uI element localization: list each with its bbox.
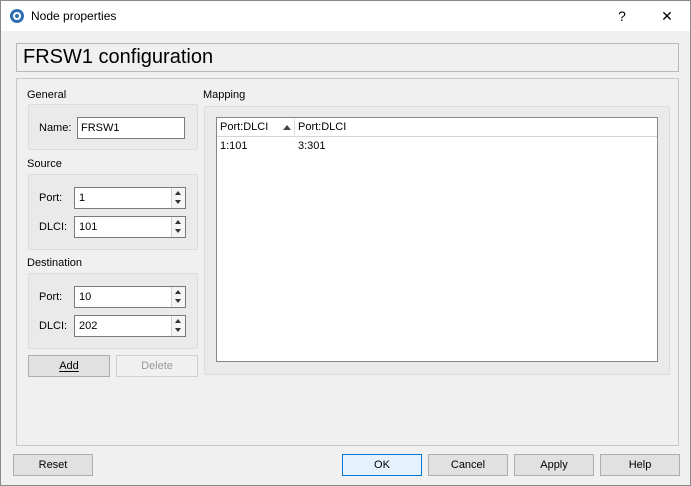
table-cell: 1:101 xyxy=(220,140,248,152)
source-port-label: Port: xyxy=(39,192,63,204)
config-panel: General Name: FRSW1 Source Port: 1 DLCI:… xyxy=(16,78,679,446)
source-dlci-value: 101 xyxy=(79,221,98,233)
general-group: Name: FRSW1 xyxy=(28,104,198,150)
spin-down-icon[interactable] xyxy=(172,198,185,208)
spin-up-icon[interactable] xyxy=(172,188,185,198)
help-button[interactable]: Help xyxy=(600,454,680,476)
page-title: FRSW1 configuration xyxy=(23,46,214,68)
ok-button[interactable]: OK xyxy=(342,454,422,476)
column-header-destination[interactable]: Port:DLCI xyxy=(295,118,395,137)
table-cell: 3:301 xyxy=(298,140,326,152)
spin-buttons xyxy=(171,188,185,208)
spin-up-icon[interactable] xyxy=(172,316,185,326)
apply-button[interactable]: Apply xyxy=(514,454,594,476)
source-group-label: Source xyxy=(27,158,62,170)
add-button[interactable]: Add xyxy=(28,355,110,377)
source-port-spinbox[interactable]: 1 xyxy=(74,187,186,209)
cancel-button[interactable]: Cancel xyxy=(428,454,508,476)
close-button[interactable]: ✕ xyxy=(644,1,690,31)
spin-buttons xyxy=(171,287,185,307)
window-title: Node properties xyxy=(31,9,117,23)
destination-dlci-value: 202 xyxy=(79,320,98,332)
node-properties-dialog: Node properties ? ✕ FRSW1 configuration … xyxy=(0,0,691,486)
spin-down-icon[interactable] xyxy=(172,326,185,336)
spin-buttons xyxy=(171,217,185,237)
spin-buttons xyxy=(171,316,185,336)
name-input[interactable]: FRSW1 xyxy=(77,117,185,139)
destination-port-label: Port: xyxy=(39,291,63,303)
destination-port-spinbox[interactable]: 10 xyxy=(74,286,186,308)
mapping-group-label: Mapping xyxy=(203,89,246,101)
spin-up-icon[interactable] xyxy=(172,287,185,297)
destination-dlci-spinbox[interactable]: 202 xyxy=(74,315,186,337)
app-icon xyxy=(9,8,25,24)
destination-port-value: 10 xyxy=(79,291,92,303)
delete-button[interactable]: Delete xyxy=(116,355,198,377)
title-bar: Node properties ? ✕ xyxy=(1,1,690,31)
reset-button[interactable]: Reset xyxy=(13,454,93,476)
column-header-source[interactable]: Port:DLCI xyxy=(217,118,295,137)
help-title-button[interactable]: ? xyxy=(599,1,645,31)
destination-dlci-label: DLCI: xyxy=(39,320,68,332)
source-group: Port: 1 DLCI: 101 xyxy=(28,174,198,250)
spin-down-icon[interactable] xyxy=(172,297,185,307)
mapping-table[interactable]: Port:DLCI Port:DLCI 1:101 3:301 xyxy=(216,117,658,362)
destination-group: Port: 10 DLCI: 202 xyxy=(28,273,198,349)
source-dlci-label: DLCI: xyxy=(39,221,68,233)
source-dlci-spinbox[interactable]: 101 xyxy=(74,216,186,238)
table-header: Port:DLCI Port:DLCI xyxy=(217,118,657,137)
sort-ascending-icon xyxy=(283,125,291,130)
name-label: Name: xyxy=(39,122,72,134)
destination-group-label: Destination xyxy=(27,257,83,269)
spin-down-icon[interactable] xyxy=(172,227,185,237)
column-header-label: Port:DLCI xyxy=(220,121,269,133)
header-panel: FRSW1 configuration xyxy=(16,43,679,72)
source-port-value: 1 xyxy=(79,192,86,204)
spin-up-icon[interactable] xyxy=(172,217,185,227)
add-label: Add xyxy=(59,360,79,372)
general-group-label: General xyxy=(27,89,67,101)
